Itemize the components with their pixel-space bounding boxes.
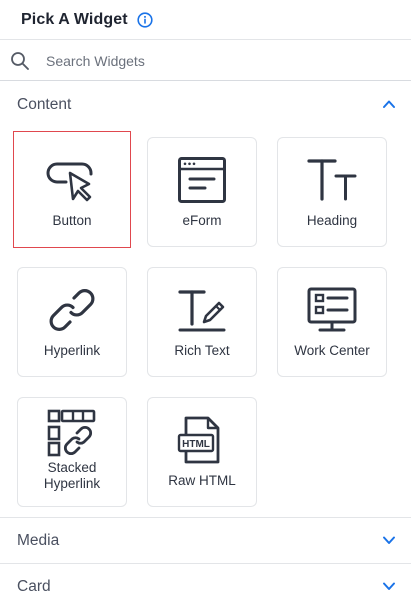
widget-label: Raw HTML (168, 473, 236, 488)
widget-stacked-hyperlink-tile[interactable]: Stacked Hyperlink (17, 397, 127, 507)
hyperlink-icon (44, 285, 100, 335)
widget-hyperlink-tile[interactable]: Hyperlink (17, 267, 127, 377)
widget-label: Button (52, 213, 92, 228)
widget-rich-text-tile[interactable]: Rich Text (147, 267, 257, 377)
widget-label: eForm (182, 213, 222, 228)
heading-icon (304, 155, 360, 205)
panel-title: Pick A Widget (21, 10, 128, 28)
section-card-header[interactable]: Card (0, 564, 411, 609)
panel-header: Pick A Widget (0, 0, 411, 40)
info-icon[interactable] (137, 11, 153, 28)
section-content-label: Content (17, 95, 72, 113)
search-bar (0, 41, 411, 81)
widget-label: Stacked Hyperlink (43, 460, 101, 491)
widget-picker-panel: Pick A Widget Content (0, 0, 411, 609)
chevron-up-icon[interactable] (382, 97, 396, 111)
button-cursor-icon (44, 157, 100, 207)
widget-label: Rich Text (174, 343, 230, 358)
section-media-header[interactable]: Media (0, 518, 411, 563)
eform-icon (174, 155, 230, 205)
chevron-down-icon[interactable] (382, 533, 396, 547)
section-content-header[interactable]: Content (0, 82, 411, 127)
widget-label: Hyperlink (43, 343, 101, 358)
widget-heading-tile[interactable]: Heading (277, 137, 387, 247)
search-icon (10, 51, 30, 71)
raw-html-icon: HTML (174, 415, 230, 465)
widget-work-center-tile[interactable]: Work Center (277, 267, 387, 377)
widget-button-tile[interactable]: Button (13, 131, 131, 248)
widget-label: Work Center (294, 343, 370, 358)
chevron-down-icon[interactable] (382, 579, 396, 593)
work-center-icon (304, 285, 360, 335)
widget-label: Heading (306, 213, 358, 228)
section-card-label: Card (17, 577, 51, 595)
rich-text-icon (174, 285, 230, 335)
search-input[interactable] (46, 49, 396, 73)
stacked-hyperlink-icon (44, 409, 100, 457)
section-media-label: Media (17, 531, 60, 549)
html-badge-text: HTML (182, 439, 210, 450)
widget-eform-tile[interactable]: eForm (147, 137, 257, 247)
widget-raw-html-tile[interactable]: HTML Raw HTML (147, 397, 257, 507)
